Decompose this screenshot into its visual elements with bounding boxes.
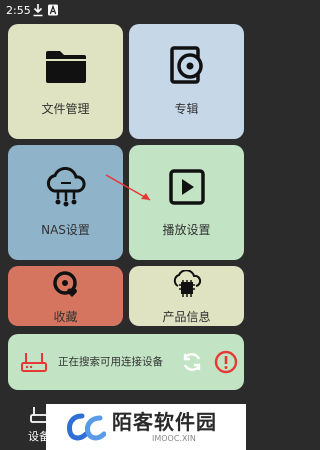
alert-icon[interactable] [214, 350, 238, 374]
chip-cloud-icon [173, 270, 201, 297]
watermark: 陌客软件园 IMOOC.XIN [46, 404, 246, 450]
watermark-logo-icon [67, 413, 106, 441]
favorites-tile[interactable]: 收藏 [8, 266, 123, 326]
favorites-label: 收藏 [53, 310, 78, 324]
device-search-bar: 正在搜索可用连接设备 [8, 334, 244, 390]
favorite-disc-icon [52, 271, 77, 297]
product-info-tile[interactable]: 产品信息 [129, 266, 244, 326]
watermark-title: 陌客软件园 [112, 410, 217, 434]
search-status-text: 正在搜索可用连接设备 [58, 356, 163, 368]
product-info-label: 产品信息 [162, 310, 211, 324]
router-icon [21, 353, 47, 372]
refresh-icon[interactable] [180, 350, 204, 374]
watermark-subtitle: IMOOC.XIN [152, 434, 196, 443]
